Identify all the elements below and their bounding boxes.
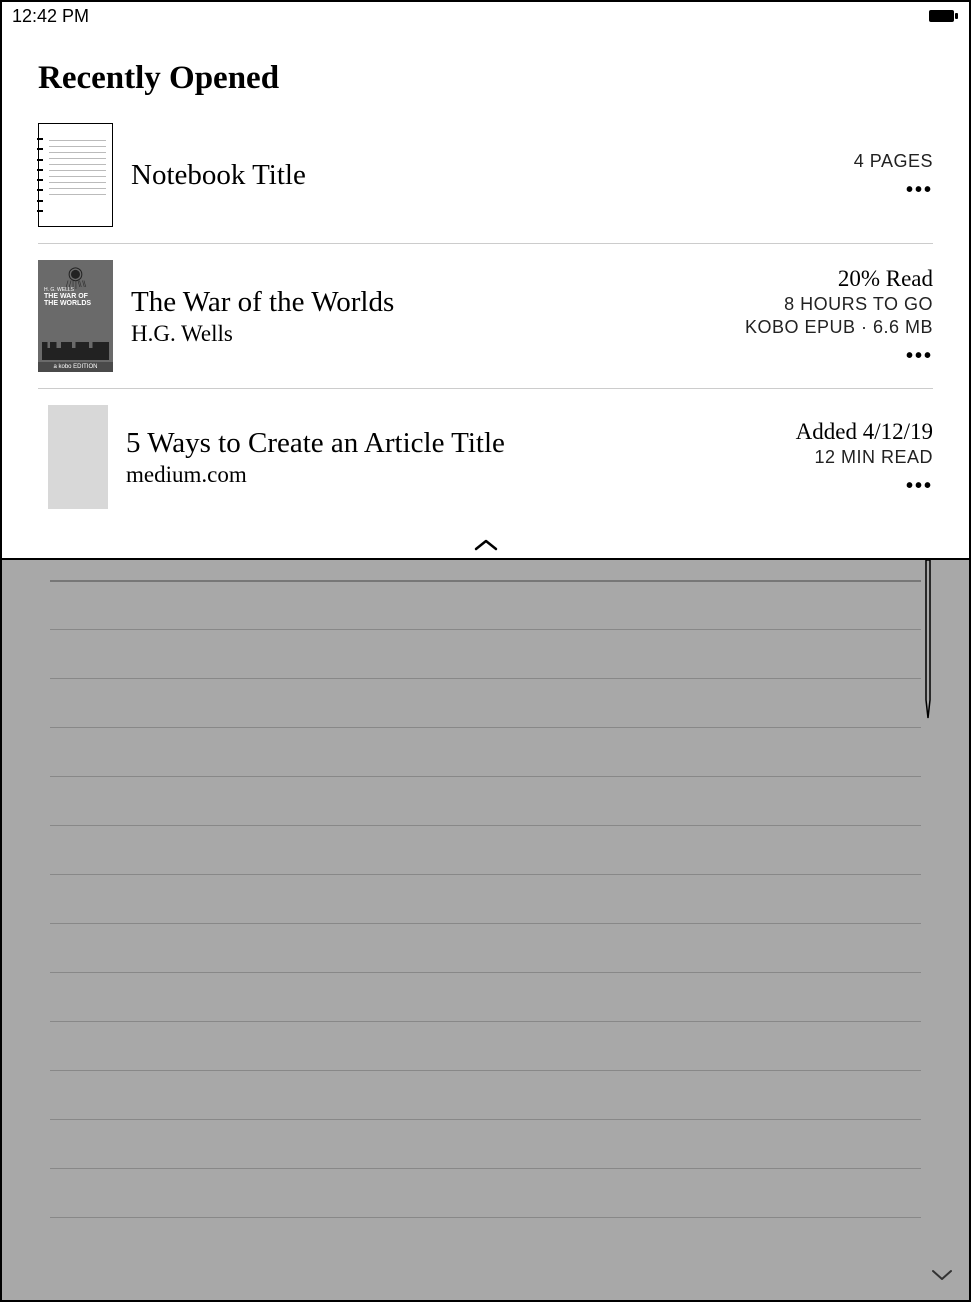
item-meta: 4 PAGES ••• [834,151,933,200]
meta-added: Added 4/12/19 [796,419,933,445]
meta-progress: 20% Read [838,266,933,292]
item-info: Notebook Title [131,158,834,193]
list-item-notebook[interactable]: Notebook Title 4 PAGES ••• [38,115,933,244]
item-author: H.G. Wells [131,321,725,347]
cover-title-2: THE WORLDS [44,300,91,307]
notebook-thumbnail [38,123,113,227]
cover-edition: a kobo EDITION [38,362,113,372]
list-item-article[interactable]: 5 Ways to Create an Article Title medium… [38,389,933,525]
lined-paper [50,580,921,1300]
section-title: Recently Opened [38,60,933,97]
collapse-panel-button[interactable] [474,538,498,552]
item-title: 5 Ways to Create an Article Title [126,426,526,461]
expand-panel-button[interactable] [931,1268,953,1282]
item-info: 5 Ways to Create an Article Title medium… [126,426,776,489]
more-options-icon[interactable]: ••• [906,346,933,366]
notebook-canvas[interactable] [2,560,969,1300]
status-bar: 12:42 PM [2,2,969,30]
cover-title-1: THE WAR OF [44,293,88,300]
list-item-book[interactable]: ◉ / / | | \\ \\ H. G. WELLS THE WAR OF T… [38,244,933,389]
panel-content: Recently Opened Notebook Title 4 PAGES •… [2,30,969,525]
meta-timeleft: 8 HOURS TO GO [784,294,933,315]
clock-time: 12:42 PM [12,6,89,27]
meta-format: KOBO EPUB · 6.6 MB [745,317,933,338]
book-cover-thumbnail: ◉ / / | | \\ \\ H. G. WELLS THE WAR OF T… [38,260,113,372]
item-meta: 20% Read 8 HOURS TO GO KOBO EPUB · 6.6 M… [725,266,933,366]
item-meta: Added 4/12/19 12 MIN READ ••• [776,419,933,496]
meta-readtime: 12 MIN READ [814,447,933,468]
item-info: The War of the Worlds H.G. Wells [131,285,725,348]
meta-pages: 4 PAGES [854,151,933,172]
stylus-icon [923,560,933,720]
more-options-icon[interactable]: ••• [906,180,933,200]
item-source: medium.com [126,462,776,488]
battery-icon [929,9,959,23]
item-title: Notebook Title [131,158,834,193]
more-options-icon[interactable]: ••• [906,476,933,496]
article-thumbnail [48,405,108,509]
item-title: The War of the Worlds [131,285,725,320]
recently-opened-panel: 12:42 PM Recently Opened Notebook Title … [2,2,969,560]
